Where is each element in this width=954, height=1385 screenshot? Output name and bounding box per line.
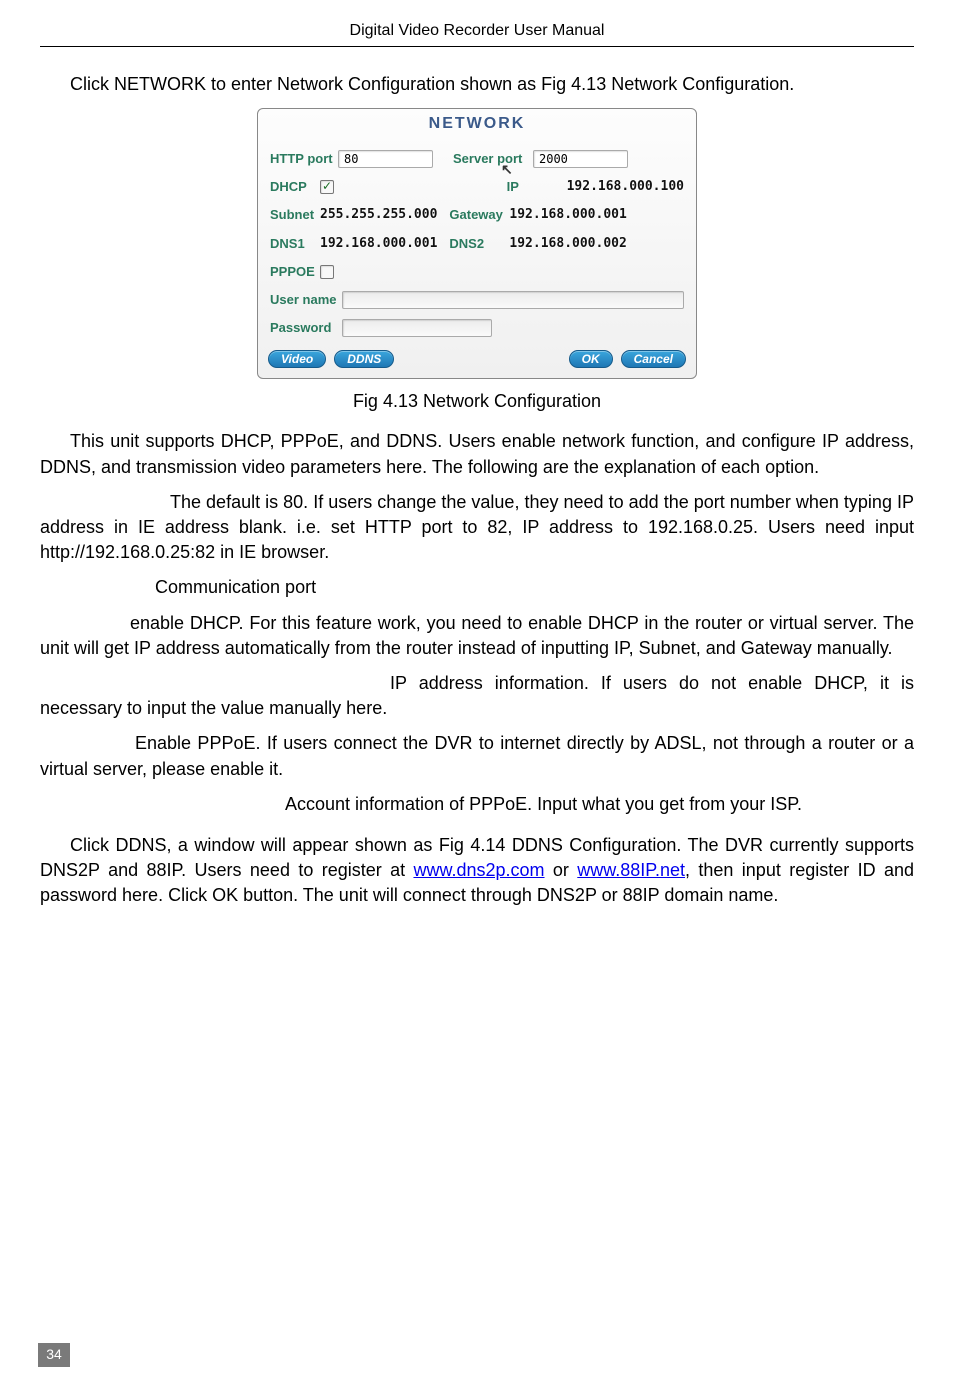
gateway-value[interactable]: 192.168.000.001 <box>509 206 626 224</box>
page-number: 34 <box>38 1343 70 1367</box>
p6: Enable PPPoE. If users connect the DVR t… <box>40 731 914 781</box>
dhcp-checkbox[interactable] <box>320 180 334 194</box>
pppoe-label: PPPOE <box>270 263 320 281</box>
p4: enable DHCP. For this feature work, you … <box>40 611 914 661</box>
p1: This unit supports DHCP, PPPoE, and DDNS… <box>40 429 914 479</box>
server-port-input[interactable]: 2000 <box>533 150 628 168</box>
pppoe-checkbox[interactable] <box>320 265 334 279</box>
cancel-button[interactable]: Cancel <box>621 350 686 368</box>
p7: Account information of PPPoE. Input what… <box>40 792 914 817</box>
subnet-label: Subnet <box>270 206 320 224</box>
username-input[interactable] <box>342 291 684 309</box>
88ip-link[interactable]: www.88IP.net <box>577 860 685 880</box>
video-button[interactable]: Video <box>268 350 326 368</box>
username-label: User name <box>270 291 342 309</box>
dns2-value[interactable]: 192.168.000.002 <box>509 235 626 253</box>
password-input[interactable] <box>342 319 492 337</box>
p2: The default is 80. If users change the v… <box>40 490 914 566</box>
dialog-title: NETWORK <box>266 113 688 135</box>
gateway-label: Gateway <box>449 206 509 224</box>
server-port-label: Server port ↖ <box>453 150 533 168</box>
p8-text-b: or <box>545 860 578 880</box>
dns1-value[interactable]: 192.168.000.001 <box>320 235 437 253</box>
dns2-label: DNS2 <box>449 235 509 253</box>
p3: Communication port <box>40 575 914 600</box>
network-dialog: NETWORK HTTP port 80 Server port ↖ 2000 … <box>257 108 697 380</box>
http-port-input[interactable]: 80 <box>338 150 433 168</box>
doc-header: Digital Video Recorder User Manual <box>40 20 914 42</box>
ip-label: IP <box>507 178 537 196</box>
ip-value[interactable]: 192.168.000.100 <box>567 178 684 196</box>
figure-caption: Fig 4.13 Network Configuration <box>40 389 914 414</box>
p5: IP address information. If users do not … <box>40 671 914 721</box>
ddns-button[interactable]: DDNS <box>334 350 394 368</box>
dns1-label: DNS1 <box>270 235 320 253</box>
p8: Click DDNS, a window will appear shown a… <box>40 833 914 909</box>
subnet-value[interactable]: 255.255.255.000 <box>320 206 437 224</box>
cursor-icon: ↖ <box>501 160 513 180</box>
intro-paragraph: Click NETWORK to enter Network Configura… <box>40 72 914 97</box>
dns2p-link[interactable]: www.dns2p.com <box>413 860 544 880</box>
header-separator <box>40 46 914 47</box>
ok-button[interactable]: OK <box>569 350 613 368</box>
password-label: Password <box>270 319 342 337</box>
http-port-label: HTTP port <box>270 150 338 168</box>
dhcp-label: DHCP <box>270 178 320 196</box>
